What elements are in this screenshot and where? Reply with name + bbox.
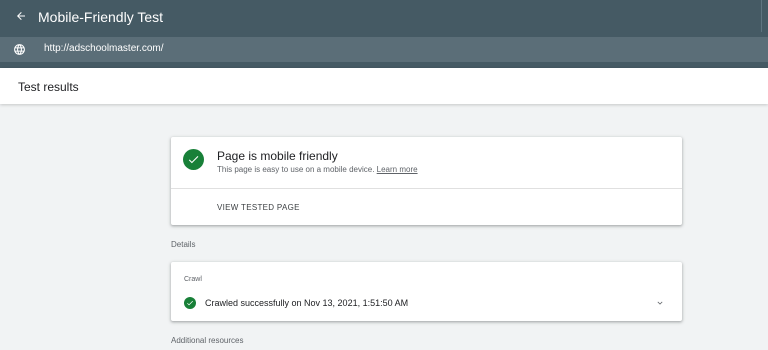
crawl-check-icon <box>184 297 196 309</box>
crawl-title: Crawl <box>184 276 202 283</box>
chevron-down-icon[interactable] <box>655 298 665 308</box>
url-input[interactable]: http://adschoolmaster.com/ <box>44 43 164 54</box>
learn-more-link[interactable]: Learn more <box>377 165 418 174</box>
results-title: Test results <box>18 80 79 94</box>
crawl-card[interactable]: Crawl Crawled successfully on Nov 13, 20… <box>171 262 682 321</box>
verdict-title: Page is mobile friendly <box>217 149 338 163</box>
url-bar[interactable]: http://adschoolmaster.com/ <box>0 37 768 62</box>
verdict-subtitle: This page is easy to use on a mobile dev… <box>217 165 418 174</box>
view-tested-page-button[interactable]: VIEW TESTED PAGE <box>217 203 300 212</box>
details-heading: Details <box>171 240 196 249</box>
app-title: Mobile-Friendly Test <box>38 9 164 25</box>
globe-icon <box>14 44 25 55</box>
arrow-back-icon <box>17 12 25 20</box>
verdict-description: This page is easy to use on a mobile dev… <box>217 165 375 174</box>
additional-resources-heading: Additional resources <box>171 336 244 345</box>
results-header: Test results <box>0 68 768 104</box>
card-divider <box>171 188 682 189</box>
back-button[interactable] <box>10 5 32 27</box>
verdict-card: Page is mobile friendly This page is eas… <box>171 137 682 225</box>
header-divider <box>761 0 762 32</box>
app-header: Mobile-Friendly Test http://adschoolmast… <box>0 0 768 68</box>
crawl-status: Crawled successfully on Nov 13, 2021, 1:… <box>205 298 409 308</box>
check-circle-icon <box>183 149 204 170</box>
